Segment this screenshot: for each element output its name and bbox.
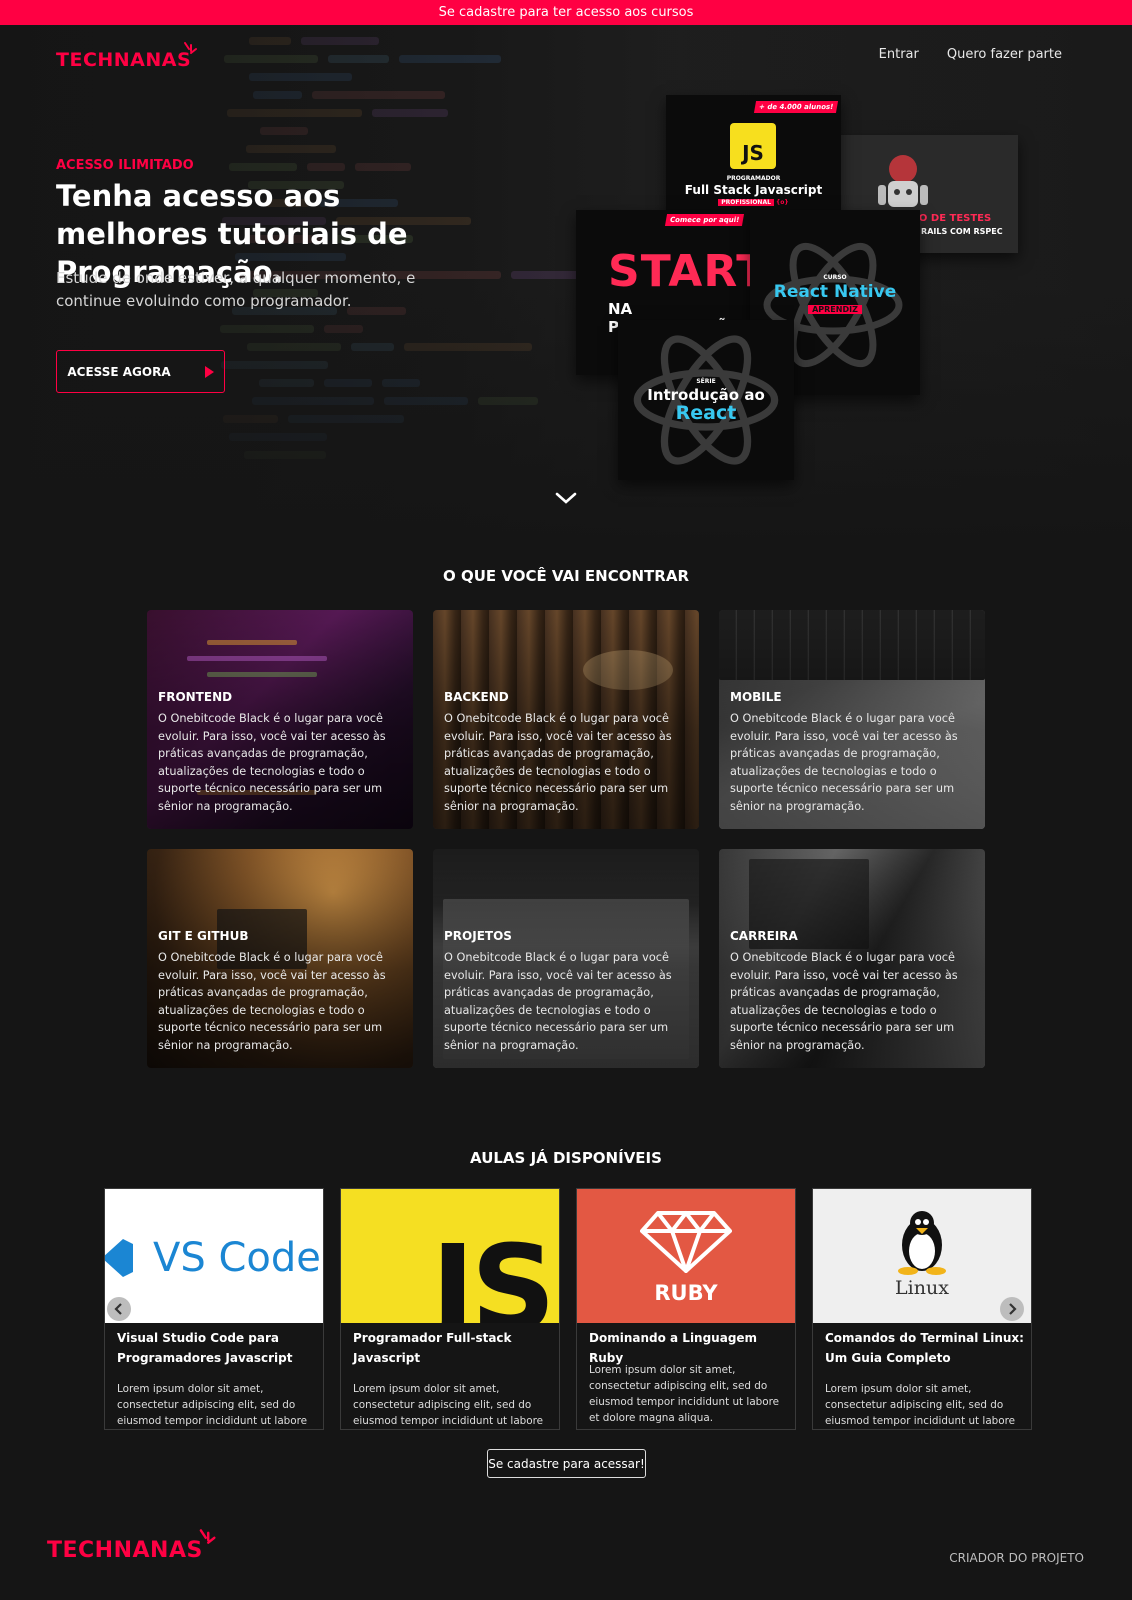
brand-logo-text: TECHNANAS: [56, 49, 192, 71]
lesson-description: Lorem ipsum dolor sit amet, consectetur …: [825, 1383, 1016, 1427]
lesson-title: Visual Studio Code para Programadores Ja…: [117, 1331, 293, 1365]
lesson-thumbnail: Linux: [813, 1189, 1031, 1323]
lesson-title: Programador Full-stack Javascript: [353, 1331, 512, 1365]
cover-start-big: START: [608, 246, 756, 297]
lesson-card[interactable]: JS Programador Full-stack Javascript Lor…: [340, 1188, 560, 1430]
tux-penguin-icon: [898, 1211, 946, 1275]
cover-fullstack-js: + de 4.000 alunos! JS PROGRAMADOR Full S…: [666, 95, 841, 227]
chevron-left-icon: [114, 1303, 122, 1315]
feature-description: O Onebitcode Black é o lugar para você e…: [444, 951, 672, 1052]
lesson-thumbnail: JS: [341, 1189, 559, 1323]
cover-js-pre: PROGRAMADOR: [726, 175, 781, 182]
lesson-thumbnail: RUBY: [577, 1189, 795, 1323]
hero-section: TECHNANAS Entrar Quero fazer parte ACESS…: [0, 25, 1132, 545]
feature-card-projects[interactable]: PROJETOS O Onebitcode Black é o lugar pa…: [433, 849, 699, 1068]
lessons-title: AULAS JÁ DISPONÍVEIS: [470, 1149, 662, 1167]
brand-logo[interactable]: TECHNANAS: [56, 42, 197, 71]
feature-description: O Onebitcode Black é o lugar para você e…: [730, 951, 958, 1052]
access-now-button[interactable]: ACESSE AGORA: [56, 350, 225, 393]
cover-js-tag: PROFISSIONAL {o}: [666, 199, 841, 206]
features-title: O QUE VOCÊ VAI ENCONTRAR: [442, 567, 689, 585]
carousel-next-button[interactable]: [1000, 1297, 1024, 1321]
vscode-icon: [105, 1239, 133, 1277]
feature-card-git[interactable]: GIT E GITHUB O Onebitcode Black é o luga…: [147, 849, 413, 1068]
cover-rn-title: React Native: [773, 282, 897, 302]
feature-name: GIT E GITHUB: [158, 929, 249, 943]
feature-name: CARREIRA: [730, 929, 798, 943]
feature-name: PROJETOS: [444, 929, 512, 943]
lesson-thumbnail: VS Code: [105, 1189, 323, 1323]
cover-start-badge: Comece por aqui!: [664, 214, 745, 226]
lesson-description: Lorem ipsum dolor sit amet, consectetur …: [353, 1383, 544, 1427]
feature-card-backend[interactable]: BACKEND O Onebitcode Black é o lugar par…: [433, 610, 699, 829]
js-logo-text: JS: [742, 141, 764, 165]
feature-card-career[interactable]: CARREIRA O Onebitcode Black é o lugar pa…: [719, 849, 985, 1068]
lesson-title: Comandos do Terminal Linux: Um Guia Comp…: [825, 1331, 1024, 1365]
hero-subtitle: Estude de onde estiver, a qualquer momen…: [56, 269, 416, 310]
scroll-down-chevron-icon[interactable]: [555, 492, 577, 504]
lesson-thumb-text: VS Code: [153, 1235, 321, 1281]
cover-rn-tag: APRENDIZ: [750, 305, 920, 314]
feature-description: O Onebitcode Black é o lugar para você e…: [730, 712, 958, 813]
footer-logo-text: TECHNANAS: [47, 1538, 203, 1563]
signup-button[interactable]: Se cadastre para acessar!: [487, 1449, 646, 1478]
chevron-right-icon: [1009, 1303, 1017, 1315]
top-nav: Entrar Quero fazer parte: [879, 47, 1062, 62]
feature-name: FRONTEND: [158, 690, 233, 704]
carousel-prev-button[interactable]: [107, 1297, 131, 1321]
lesson-thumb-text: JS: [431, 1219, 556, 1323]
sparks-icon: [199, 1529, 216, 1544]
nav-login-link[interactable]: Entrar: [879, 47, 919, 62]
cover-intro-react: SÉRIE Introdução ao React: [618, 320, 794, 480]
feature-card-frontend[interactable]: FRONTEND O Onebitcode Black é o lugar pa…: [147, 610, 413, 829]
feature-name: BACKEND: [444, 690, 509, 704]
lesson-description: Lorem ipsum dolor sit amet, consectetur …: [117, 1383, 308, 1427]
footer-brand-logo[interactable]: TECHNANAS: [47, 1529, 216, 1563]
nav-join-link[interactable]: Quero fazer parte: [947, 47, 1062, 62]
cover-js-tag2: {o}: [776, 199, 789, 206]
feature-name: MOBILE: [730, 690, 782, 704]
lesson-description: Lorem ipsum dolor sit amet, consectetur …: [589, 1364, 780, 1424]
top-banner[interactable]: Se cadastre para ter acesso aos cursos: [0, 0, 1132, 25]
js-logo-icon: JS: [730, 123, 776, 169]
lesson-card[interactable]: Linux Comandos do Terminal Linux: Um Gui…: [812, 1188, 1032, 1430]
cover-react-pre: SÉRIE: [696, 378, 716, 385]
ruby-gem-icon: [640, 1211, 732, 1273]
cover-js-title: Full Stack Javascript: [684, 183, 823, 197]
lesson-thumb-text: RUBY: [654, 1281, 718, 1305]
cover-rn-tag-text: APRENDIZ: [808, 305, 862, 314]
access-now-label: ACESSE AGORA: [67, 364, 171, 379]
cover-js-tag-text: PROFISSIONAL: [718, 199, 774, 206]
lesson-card[interactable]: VS Code Visual Studio Code para Programa…: [104, 1188, 324, 1430]
cover-rn-pre: CURSO: [823, 274, 847, 281]
feature-description: O Onebitcode Black é o lugar para você e…: [444, 712, 672, 813]
lesson-thumb-text: Linux: [895, 1277, 949, 1299]
cover-js-badge: + de 4.000 alunos!: [753, 101, 839, 113]
sparks-icon: [184, 42, 197, 54]
hero-eyebrow: ACESSO ILIMITADO: [56, 158, 194, 173]
feature-description: O Onebitcode Black é o lugar para você e…: [158, 951, 386, 1052]
creator-link[interactable]: CRIADOR DO PROJETO: [949, 1551, 1084, 1565]
lesson-card[interactable]: RUBY Dominando a Linguagem Ruby Lorem ip…: [576, 1188, 796, 1430]
cover-react-title2: React: [675, 402, 737, 424]
play-icon: [204, 365, 214, 378]
feature-card-mobile[interactable]: MOBILE O Onebitcode Black é o lugar para…: [719, 610, 985, 829]
top-banner-text[interactable]: Se cadastre para ter acesso aos cursos: [439, 5, 694, 20]
feature-description: O Onebitcode Black é o lugar para você e…: [158, 712, 386, 813]
